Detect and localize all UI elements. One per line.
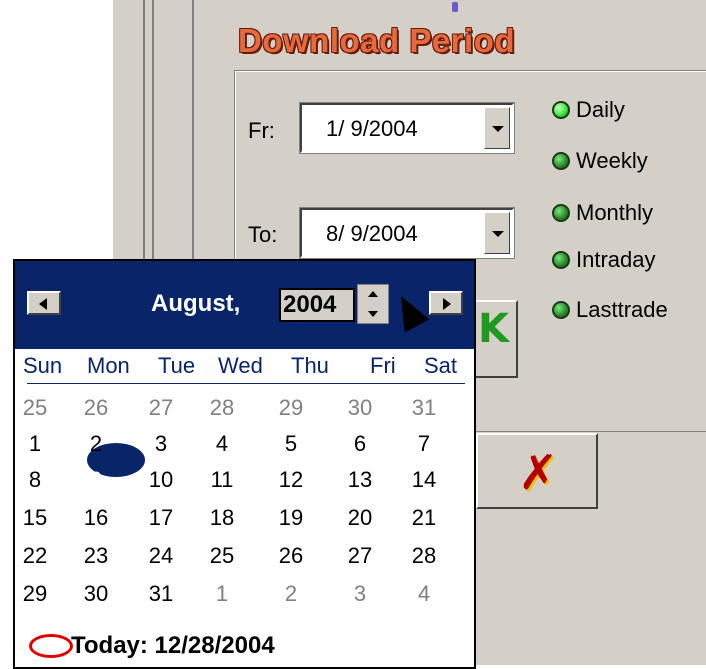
calendar-day[interactable]: 27: [141, 395, 181, 421]
dow-wed: Wed: [218, 353, 263, 378]
calendar-day[interactable]: 1: [15, 431, 55, 457]
to-label: To:: [248, 222, 278, 247]
calendar-day[interactable]: 27: [340, 543, 380, 569]
radio-off-icon: [552, 251, 570, 269]
calendar-day[interactable]: 3: [141, 431, 181, 457]
radio-lasttrade[interactable]: Lasttrade: [552, 297, 668, 323]
radio-label: Daily: [576, 97, 625, 122]
month-label: August,: [151, 290, 241, 317]
calendar-day[interactable]: 29: [271, 395, 311, 421]
calendar-day[interactable]: 30: [76, 581, 116, 607]
cancel-button[interactable]: ✗: [476, 433, 598, 509]
radio-label: Intraday: [576, 247, 656, 272]
calendar-day[interactable]: 14: [404, 467, 444, 493]
calendar-day[interactable]: 17: [141, 505, 181, 531]
close-icon: ✗: [518, 445, 559, 501]
year-input[interactable]: 2004: [279, 288, 355, 322]
calendar-day[interactable]: 29: [15, 581, 55, 607]
calendar-day[interactable]: 13: [340, 467, 380, 493]
calendar-day[interactable]: 28: [202, 395, 242, 421]
calendar-day[interactable]: 25: [202, 543, 242, 569]
prev-month-button[interactable]: [27, 291, 61, 315]
calendar-day[interactable]: 31: [141, 581, 181, 607]
calendar-day[interactable]: 5: [271, 431, 311, 457]
dow-mon: Mon: [87, 353, 130, 378]
calendar-day[interactable]: 31: [404, 395, 444, 421]
radio-weekly[interactable]: Weekly: [552, 148, 648, 174]
from-label: Fr:: [248, 118, 275, 143]
calendar-popup: August, 2004 Sun Mon Tue Wed Thu Fri Sat…: [13, 259, 476, 669]
calendar-day[interactable]: 26: [271, 543, 311, 569]
dow-fri: Fri: [370, 353, 396, 378]
run-download-button[interactable]: K: [470, 300, 518, 378]
divider: [192, 0, 194, 265]
calendar-day[interactable]: 26: [76, 395, 116, 421]
dow-tue: Tue: [158, 353, 196, 378]
calendar-day[interactable]: 11: [202, 467, 242, 493]
radio-label: Weekly: [576, 148, 648, 173]
calendar-day[interactable]: 9: [76, 467, 116, 493]
calendar-day[interactable]: 4: [202, 431, 242, 457]
radio-intraday[interactable]: Intraday: [552, 247, 656, 273]
radio-off-icon: [552, 152, 570, 170]
calendar-day[interactable]: 2: [271, 581, 311, 607]
radio-label: Lasttrade: [576, 297, 668, 322]
radio-off-icon: [552, 204, 570, 222]
dow-thu: Thu: [291, 353, 329, 378]
calendar-day[interactable]: 24: [141, 543, 181, 569]
calendar-day[interactable]: 3: [340, 581, 380, 607]
today-circle-icon: [29, 634, 73, 658]
calendar-day[interactable]: 18: [202, 505, 242, 531]
calendar-day[interactable]: 25: [15, 395, 55, 421]
radio-label: Monthly: [576, 200, 654, 225]
today-label[interactable]: Today: 12/28/2004: [71, 632, 275, 660]
radio-off-icon: [552, 301, 570, 319]
calendar-day[interactable]: 30: [340, 395, 380, 421]
from-date-dropdown-button[interactable]: [484, 107, 510, 149]
divider: [152, 0, 154, 265]
calendar-day[interactable]: 4: [404, 581, 444, 607]
calendar-day[interactable]: 12: [271, 467, 311, 493]
running-man-icon: K: [478, 306, 509, 352]
next-month-button[interactable]: [429, 291, 463, 315]
radio-daily[interactable]: Daily: [552, 97, 625, 123]
to-date-combo[interactable]: 8/ 9/2004: [299, 207, 515, 259]
header-underline: [27, 383, 465, 384]
from-date-combo[interactable]: 1/ 9/2004: [299, 102, 515, 154]
radio-monthly[interactable]: Monthly: [552, 200, 653, 226]
from-date-value: 1/ 9/2004: [326, 116, 418, 141]
calendar-day[interactable]: 8: [15, 467, 55, 493]
marker-icon: [452, 2, 458, 12]
calendar-day[interactable]: 6: [340, 431, 380, 457]
calendar-day[interactable]: 16: [76, 505, 116, 531]
radio-on-icon: [552, 101, 570, 119]
dow-sun: Sun: [23, 353, 63, 378]
calendar-day[interactable]: 2: [76, 431, 116, 457]
calendar-day[interactable]: 28: [404, 543, 444, 569]
calendar-day[interactable]: 21: [404, 505, 444, 531]
year-spinner[interactable]: [357, 284, 389, 324]
calendar-day[interactable]: 1: [202, 581, 242, 607]
calendar-day[interactable]: 22: [15, 543, 55, 569]
dow-sat: Sat: [424, 353, 458, 378]
page-title: Download Period: [238, 22, 516, 59]
calendar-day[interactable]: 19: [271, 505, 311, 531]
calendar-day[interactable]: 7: [404, 431, 444, 457]
calendar-day[interactable]: 23: [76, 543, 116, 569]
calendar-day[interactable]: 15: [15, 505, 55, 531]
calendar-day[interactable]: 20: [340, 505, 380, 531]
calendar-day[interactable]: 10: [141, 467, 181, 493]
to-date-value: 8/ 9/2004: [326, 221, 418, 246]
to-date-dropdown-button[interactable]: [484, 212, 510, 254]
